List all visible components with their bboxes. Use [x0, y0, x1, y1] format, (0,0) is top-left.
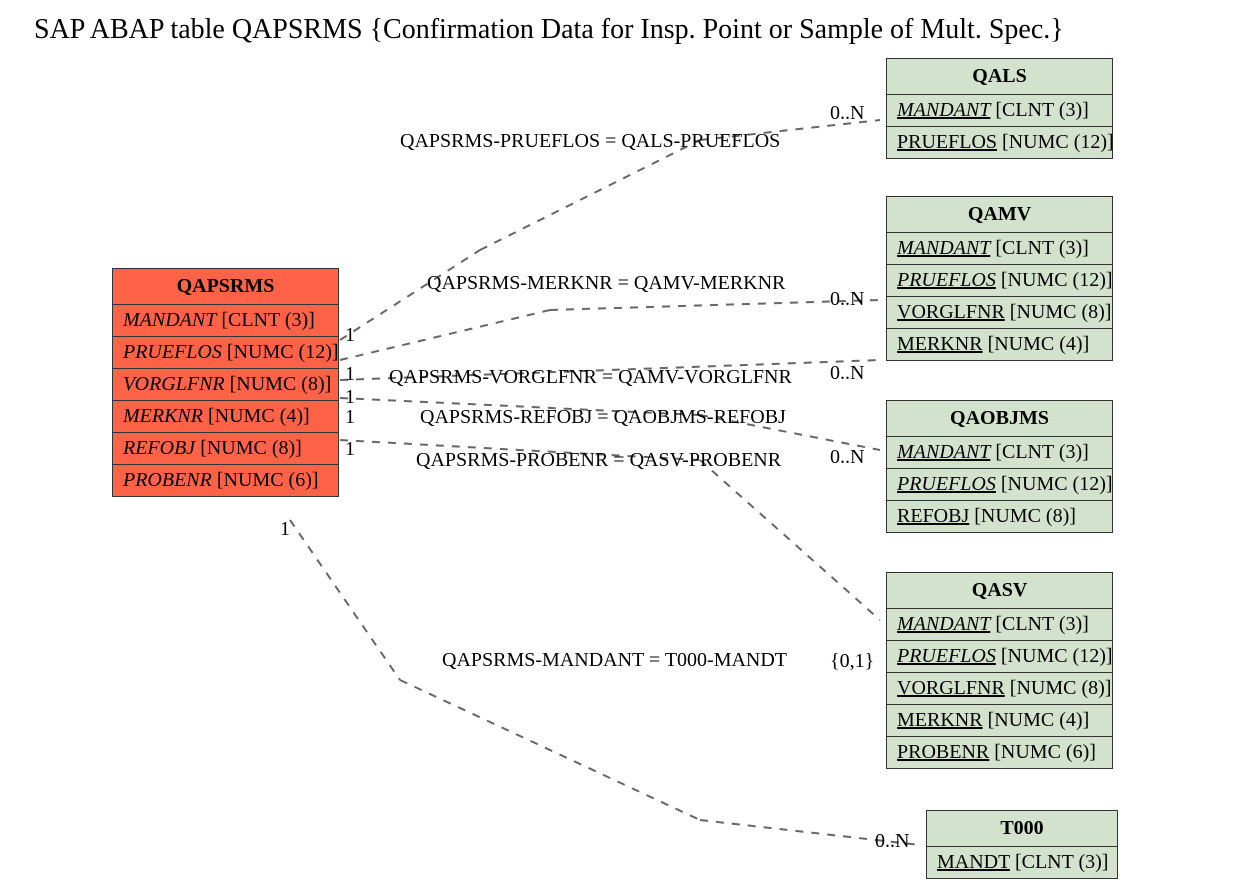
diagram-title: SAP ABAP table QAPSRMS {Confirmation Dat…	[34, 14, 1064, 46]
card-zn: 0..N	[830, 288, 864, 311]
entity-field: MERKNR [NUMC (4)]	[887, 328, 1112, 360]
relation-label: QAPSRMS-VORGLFNR = QAMV-VORGLFNR	[389, 366, 792, 389]
entity-field: REFOBJ [NUMC (8)]	[113, 432, 338, 464]
entity-header: QASV	[887, 573, 1112, 609]
entity-qasv: QASV MANDANT [CLNT (3)]PRUEFLOS [NUMC (1…	[886, 572, 1113, 769]
relation-label: QAPSRMS-PRUEFLOS = QALS-PRUEFLOS	[400, 130, 780, 153]
card-zn: 0..N	[830, 362, 864, 385]
card-z1: {0,1}	[830, 650, 874, 673]
entity-field: PROBENR [NUMC (6)]	[113, 464, 338, 496]
entity-field: MERKNR [NUMC (4)]	[113, 400, 338, 432]
entity-header: QAOBJMS	[887, 401, 1112, 437]
entity-header: T000	[927, 811, 1117, 847]
card-one: 1	[345, 324, 355, 347]
entity-field: MANDANT [CLNT (3)]	[113, 305, 338, 336]
card-one: 1	[345, 406, 355, 429]
entity-field: MANDT [CLNT (3)]	[927, 847, 1117, 878]
card-one: 1	[280, 518, 290, 541]
entity-header: QAPSRMS	[113, 269, 338, 305]
entity-field: PRUEFLOS [NUMC (12)]	[887, 640, 1112, 672]
entity-field: MANDANT [CLNT (3)]	[887, 95, 1112, 126]
entity-field: MERKNR [NUMC (4)]	[887, 704, 1112, 736]
entity-qapsrms: QAPSRMS MANDANT [CLNT (3)]PRUEFLOS [NUMC…	[112, 268, 339, 497]
relation-label: QAPSRMS-PROBENR = QASV-PROBENR	[416, 449, 781, 472]
card-zn: 0..N	[830, 102, 864, 125]
entity-field: PRUEFLOS [NUMC (12)]	[887, 468, 1112, 500]
card-one: 1	[345, 438, 355, 461]
entity-field: MANDANT [CLNT (3)]	[887, 609, 1112, 640]
entity-header: QALS	[887, 59, 1112, 95]
entity-field: REFOBJ [NUMC (8)]	[887, 500, 1112, 532]
card-zn: 0..N	[830, 446, 864, 469]
card-one: 1	[345, 363, 355, 386]
entity-t000: T000 MANDT [CLNT (3)]	[926, 810, 1118, 879]
relation-label: QAPSRMS-MERKNR = QAMV-MERKNR	[427, 272, 785, 295]
entity-field: PRUEFLOS [NUMC (12)]	[113, 336, 338, 368]
entity-header: QAMV	[887, 197, 1112, 233]
relation-label: QAPSRMS-MANDANT = T000-MANDT	[442, 649, 787, 672]
entity-field: VORGLFNR [NUMC (8)]	[887, 296, 1112, 328]
entity-field: MANDANT [CLNT (3)]	[887, 233, 1112, 264]
relation-label: QAPSRMS-REFOBJ = QAOBJMS-REFOBJ	[420, 406, 786, 429]
entity-field: VORGLFNR [NUMC (8)]	[887, 672, 1112, 704]
card-zn: 0..N	[875, 830, 909, 853]
entity-field: PROBENR [NUMC (6)]	[887, 736, 1112, 768]
entity-field: VORGLFNR [NUMC (8)]	[113, 368, 338, 400]
entity-field: PRUEFLOS [NUMC (12)]	[887, 126, 1112, 158]
entity-field: PRUEFLOS [NUMC (12)]	[887, 264, 1112, 296]
entity-qals: QALS MANDANT [CLNT (3)]PRUEFLOS [NUMC (1…	[886, 58, 1113, 159]
entity-qaobjms: QAOBJMS MANDANT [CLNT (3)]PRUEFLOS [NUMC…	[886, 400, 1113, 533]
entity-field: MANDANT [CLNT (3)]	[887, 437, 1112, 468]
entity-qamv: QAMV MANDANT [CLNT (3)]PRUEFLOS [NUMC (1…	[886, 196, 1113, 361]
